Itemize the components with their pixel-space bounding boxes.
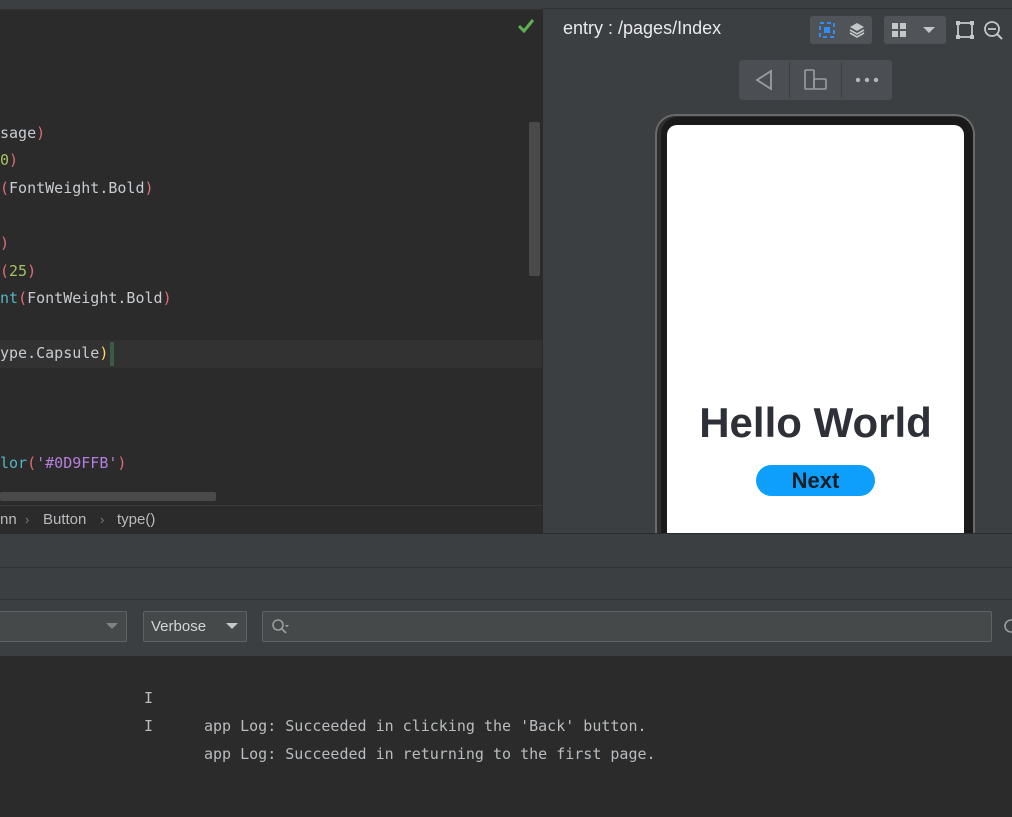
code-token: ) bbox=[9, 151, 19, 169]
code-line: sage) bbox=[0, 120, 45, 147]
dropdown-arrow-icon[interactable] bbox=[914, 16, 944, 44]
device-navigation-bar bbox=[739, 60, 892, 100]
log-output[interactable]: I app Log: Succeeded in clicking the 'Ba… bbox=[0, 656, 1012, 817]
breadcrumb-item[interactable]: type() bbox=[117, 506, 155, 534]
preview-toolbar-group bbox=[810, 16, 872, 44]
chevron-down-icon bbox=[226, 623, 238, 629]
code-line: nt(FontWeight.Bold) bbox=[0, 285, 172, 312]
log-level-select[interactable]: Verbose bbox=[143, 611, 247, 642]
code-line: lor('#0D9FFB') bbox=[0, 450, 126, 477]
code-token: nt bbox=[0, 289, 19, 307]
code-token: ( bbox=[0, 179, 10, 197]
code-token: ) bbox=[99, 344, 109, 362]
log-entry: I app Log: Succeeded in returning to the… bbox=[0, 684, 656, 763]
code-token: FontWeight.Bold bbox=[9, 179, 145, 197]
code-token: lor bbox=[0, 454, 28, 472]
code-token: ) bbox=[0, 234, 10, 252]
next-button[interactable]: Next bbox=[756, 465, 875, 496]
tool-window-tabs bbox=[0, 567, 1012, 600]
editor-tab-strip bbox=[0, 0, 542, 10]
previewer-top-strip bbox=[542, 0, 1012, 9]
inspector-icon[interactable] bbox=[812, 16, 842, 44]
code-token: ) bbox=[36, 124, 46, 142]
process-select[interactable] bbox=[0, 611, 127, 642]
code-line: ) bbox=[0, 230, 9, 257]
breadcrumb-item[interactable]: nn bbox=[0, 506, 17, 534]
log-entry-level: I bbox=[144, 689, 154, 707]
log-entry: I app Log: Succeeded in clicking the 'Ba… bbox=[0, 656, 647, 735]
log-search-field[interactable] bbox=[262, 611, 992, 642]
log-entry-message: app Log: Succeeded in returning to the f… bbox=[204, 745, 656, 763]
breadcrumb-separator-icon: › bbox=[100, 512, 105, 527]
zoom-out-icon[interactable] bbox=[983, 20, 1003, 40]
crop-icon[interactable] bbox=[955, 20, 975, 40]
device-rotate-icon[interactable] bbox=[790, 60, 840, 100]
breadcrumb-separator-icon: › bbox=[25, 512, 30, 527]
chevron-down-icon bbox=[106, 623, 118, 629]
bracket-match-highlight bbox=[110, 342, 114, 366]
code-line: ype.Capsule) bbox=[0, 340, 108, 367]
log-level-value: Verbose bbox=[151, 618, 207, 635]
log-entry-level: I bbox=[144, 717, 154, 735]
code-line: 0) bbox=[0, 147, 18, 174]
code-line: (25) bbox=[0, 258, 36, 285]
code-token: sage bbox=[0, 124, 37, 142]
code-token: ( bbox=[0, 262, 10, 280]
app-heading: Hello World bbox=[699, 399, 932, 446]
breadcrumb: nn › Button › type() bbox=[0, 505, 542, 534]
editor-vertical-scrollbar[interactable] bbox=[529, 122, 540, 276]
log-entry-message: app Log: Succeeded in clicking the 'Back… bbox=[204, 717, 647, 735]
grid-icon[interactable] bbox=[884, 16, 914, 44]
code-token: ) bbox=[27, 262, 37, 280]
back-triangle-icon[interactable] bbox=[739, 60, 789, 100]
code-token: ( bbox=[27, 454, 37, 472]
search-icon[interactable] bbox=[271, 618, 289, 636]
regex-toggle-icon[interactable] bbox=[1003, 618, 1012, 634]
preview-page-title: entry : /pages/Index bbox=[563, 18, 722, 38]
code-token: '#0D9FFB' bbox=[36, 454, 118, 472]
layers-icon[interactable] bbox=[842, 16, 872, 44]
code-line: (FontWeight.Bold) bbox=[0, 175, 154, 202]
tool-window-header bbox=[0, 533, 1012, 568]
code-token: ype.Capsule bbox=[0, 344, 100, 362]
more-icon[interactable] bbox=[842, 60, 892, 100]
code-token: ) bbox=[162, 289, 172, 307]
search-input[interactable] bbox=[299, 616, 983, 640]
code-token: ( bbox=[18, 289, 28, 307]
editor-horizontal-scrollbar[interactable] bbox=[0, 492, 216, 501]
code-token: ) bbox=[144, 179, 154, 197]
breadcrumb-item[interactable]: Button bbox=[43, 506, 86, 534]
check-icon[interactable] bbox=[516, 16, 536, 36]
code-token: 25 bbox=[9, 262, 28, 280]
code-token: ) bbox=[117, 454, 127, 472]
code-token: 0 bbox=[0, 151, 10, 169]
preview-toolbar-group bbox=[884, 16, 946, 44]
code-token: FontWeight.Bold bbox=[27, 289, 163, 307]
